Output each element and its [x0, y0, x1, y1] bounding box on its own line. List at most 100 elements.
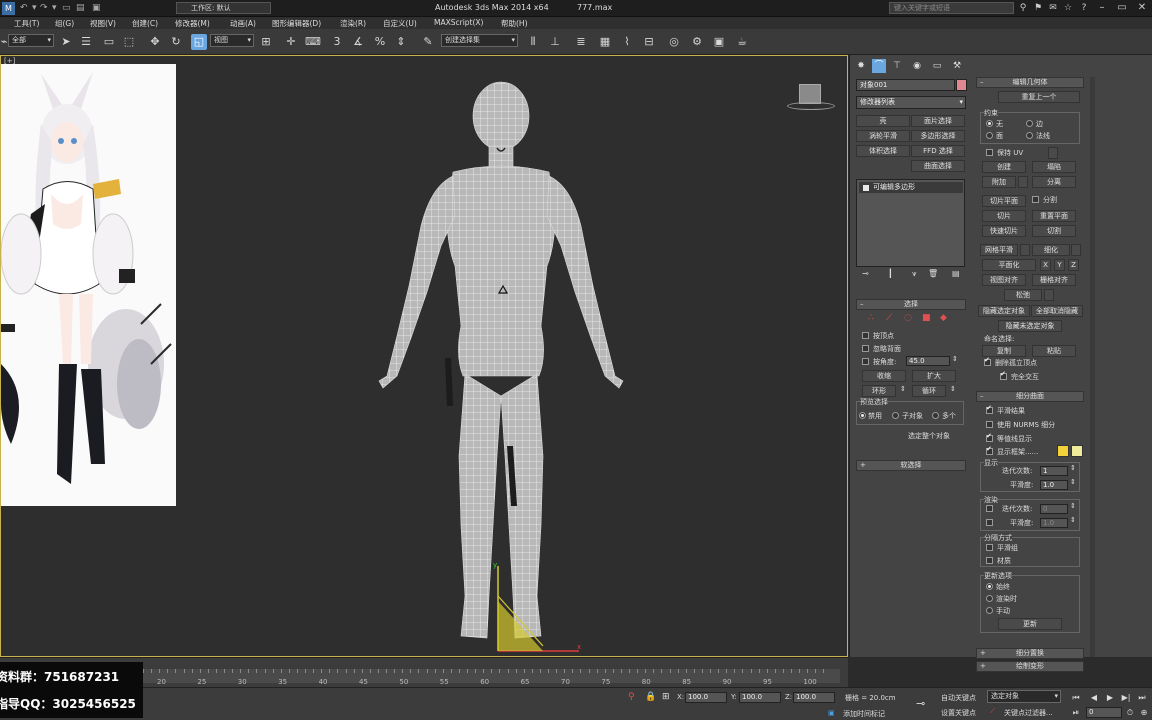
attach-list-button[interactable] [1018, 176, 1028, 188]
polygon-level-icon[interactable]: ■ [922, 313, 931, 323]
update-rendering-radio[interactable] [986, 595, 993, 602]
modifier-list-select[interactable]: 修改器列表 [856, 96, 966, 109]
minimize-button[interactable]: – [1092, 0, 1112, 16]
prev-frame-icon[interactable]: ◀ [1088, 692, 1100, 704]
full-interactivity-checkbox[interactable] [1000, 370, 1007, 380]
key-filters-button[interactable]: 关键点过滤器... [1004, 708, 1053, 718]
ring-spinner-icon[interactable]: ⇕ [900, 385, 906, 393]
relax-button[interactable]: 松弛 [1004, 289, 1042, 301]
shell-button[interactable]: 壳 [856, 115, 910, 127]
y-coord-field[interactable]: 100.0 [739, 692, 781, 703]
named-selection-select[interactable]: 创建选择集 [441, 34, 518, 47]
menu-rendering[interactable]: 渲染(R) [340, 18, 366, 29]
object-color-swatch[interactable] [956, 79, 967, 91]
element-level-icon[interactable]: ◆ [940, 313, 947, 323]
slice-plane-button[interactable]: 切片平面 [982, 195, 1026, 207]
render-iterations-spinner[interactable]: 0 [1040, 504, 1068, 514]
create-tab-icon[interactable]: ✸ [854, 59, 868, 73]
reset-plane-button[interactable]: 重置平面 [1032, 210, 1076, 222]
window-crossing-icon[interactable]: ⬚ [121, 34, 137, 50]
menu-maxscript[interactable]: MAXScript(X) [434, 18, 483, 27]
dropdown-icon[interactable]: ▾ [52, 3, 57, 13]
select-object-icon[interactable]: ➤ [58, 34, 74, 50]
object-name-field[interactable]: 对象001 [856, 79, 955, 91]
show-end-result-icon[interactable]: ┃ [888, 269, 893, 278]
set-key-button[interactable]: 设置关键点 [941, 708, 976, 718]
ffd-select-button[interactable]: FFD 选择 [911, 145, 965, 157]
help-icon[interactable]: ? [1078, 2, 1090, 14]
menu-customize[interactable]: 自定义(U) [383, 18, 417, 29]
isoline-display-checkbox[interactable] [986, 432, 993, 442]
selection-rollout-header[interactable]: – 选择 [856, 299, 966, 310]
percent-snap-icon[interactable]: % [372, 34, 388, 50]
select-manipulate-icon[interactable]: ✛ [283, 34, 299, 50]
transform-gizmo[interactable]: y x [491, 561, 591, 656]
by-angle-checkbox[interactable] [862, 358, 869, 365]
spinner-arrows-icon[interactable]: ⇕ [1070, 464, 1076, 472]
vertex-level-icon[interactable]: ∴ [868, 313, 874, 323]
keyboard-shortcut-icon[interactable]: ⌨ [305, 34, 321, 50]
create-button[interactable]: 创建 [982, 161, 1026, 173]
rect-selection-icon[interactable]: ▭ [101, 34, 117, 50]
ring-button[interactable]: 环形 [862, 385, 896, 397]
meshsmooth-settings-button[interactable] [1020, 244, 1030, 256]
border-level-icon[interactable]: ◌ [904, 313, 912, 323]
rendered-frame-icon[interactable]: ▣ [711, 34, 727, 50]
move-icon[interactable]: ✥ [147, 34, 163, 50]
display-smoothness-spinner[interactable]: 1.0 [1040, 480, 1068, 490]
use-nurms-checkbox[interactable] [986, 421, 993, 428]
menu-views[interactable]: 视图(V) [90, 18, 116, 29]
key-filter-icon[interactable]: ⟋ [990, 707, 995, 716]
pin-stack-icon[interactable]: ⊸ [862, 269, 869, 278]
menu-help[interactable]: 帮助(H) [501, 18, 528, 29]
mirror-icon[interactable]: ⫴ [525, 34, 541, 50]
utilities-tab-icon[interactable]: ⚒ [950, 59, 964, 73]
quick-slice-button[interactable]: 快速切片 [982, 225, 1026, 237]
shrink-button[interactable]: 收缩 [862, 370, 906, 382]
snaps-toggle-icon[interactable]: 3 [329, 34, 345, 50]
constraint-normal-radio[interactable] [1026, 132, 1033, 139]
constraint-edge-radio[interactable] [1026, 120, 1033, 127]
scale-icon[interactable]: ◱ [191, 34, 207, 50]
edit-named-sets-icon[interactable]: ✎ [420, 34, 436, 50]
play-icon[interactable]: ▶ [1104, 692, 1116, 704]
make-planar-button[interactable]: 平面化 [982, 259, 1036, 271]
relax-settings-button[interactable] [1044, 289, 1054, 301]
absolute-mode-icon[interactable]: ⊞ [662, 692, 670, 702]
menu-modifiers[interactable]: 修改器(M) [175, 18, 210, 29]
undo-icon[interactable]: ↶ [20, 3, 28, 13]
unhide-all-button[interactable]: 全部取消隐藏 [1031, 305, 1083, 317]
preview-off-radio[interactable] [859, 412, 866, 419]
display-iterations-spinner[interactable]: 1 [1040, 466, 1068, 476]
next-frame-icon[interactable]: ▶| [1120, 692, 1132, 704]
panel-scrollbar[interactable] [1090, 77, 1095, 657]
subdivision-displacement-header[interactable]: + 细分置换 [976, 648, 1084, 659]
viewcube[interactable] [799, 84, 821, 104]
slice-button[interactable]: 切片 [982, 210, 1026, 222]
repeat-last-button[interactable]: 重复上一个 [998, 91, 1080, 103]
planar-x-button[interactable]: X [1040, 259, 1051, 271]
poly-select-button[interactable]: 多边形选择 [911, 130, 965, 142]
key-lock-icon[interactable]: ⚲ [628, 692, 635, 702]
edge-level-icon[interactable]: ⟋ [886, 313, 892, 323]
rotate-icon[interactable]: ↻ [168, 34, 184, 50]
preserve-uv-settings-button[interactable] [1048, 147, 1058, 159]
remove-modifier-icon[interactable]: 🗑 [928, 269, 938, 278]
collapse-button[interactable]: 塌陷 [1032, 161, 1076, 173]
delete-isolated-checkbox[interactable] [984, 356, 991, 366]
split-checkbox[interactable] [1032, 196, 1039, 203]
menu-animation[interactable]: 动画(A) [230, 18, 256, 29]
favorites-icon[interactable]: ☆ [1062, 2, 1074, 14]
soft-selection-rollout-header[interactable]: + 软选择 [856, 460, 966, 471]
spinner-arrows-icon[interactable]: ⇕ [1070, 516, 1076, 524]
hide-selected-button[interactable]: 隐藏选定对象 [978, 305, 1030, 317]
ignore-backface-checkbox[interactable] [862, 345, 869, 352]
hierarchy-tab-icon[interactable]: ⊤ [890, 59, 904, 73]
smooth-result-checkbox[interactable] [986, 404, 993, 414]
paste-sel-button[interactable]: 粘贴 [1032, 345, 1076, 357]
configure-sets-icon[interactable]: ▤ [952, 269, 960, 278]
modify-tab-icon[interactable]: ⌒ [872, 59, 886, 73]
modifier-stack[interactable]: 可编辑多边形 [856, 179, 965, 267]
attach-button[interactable]: 附加 [982, 176, 1016, 188]
spinner-arrows-icon[interactable]: ⇕ [1070, 502, 1076, 510]
